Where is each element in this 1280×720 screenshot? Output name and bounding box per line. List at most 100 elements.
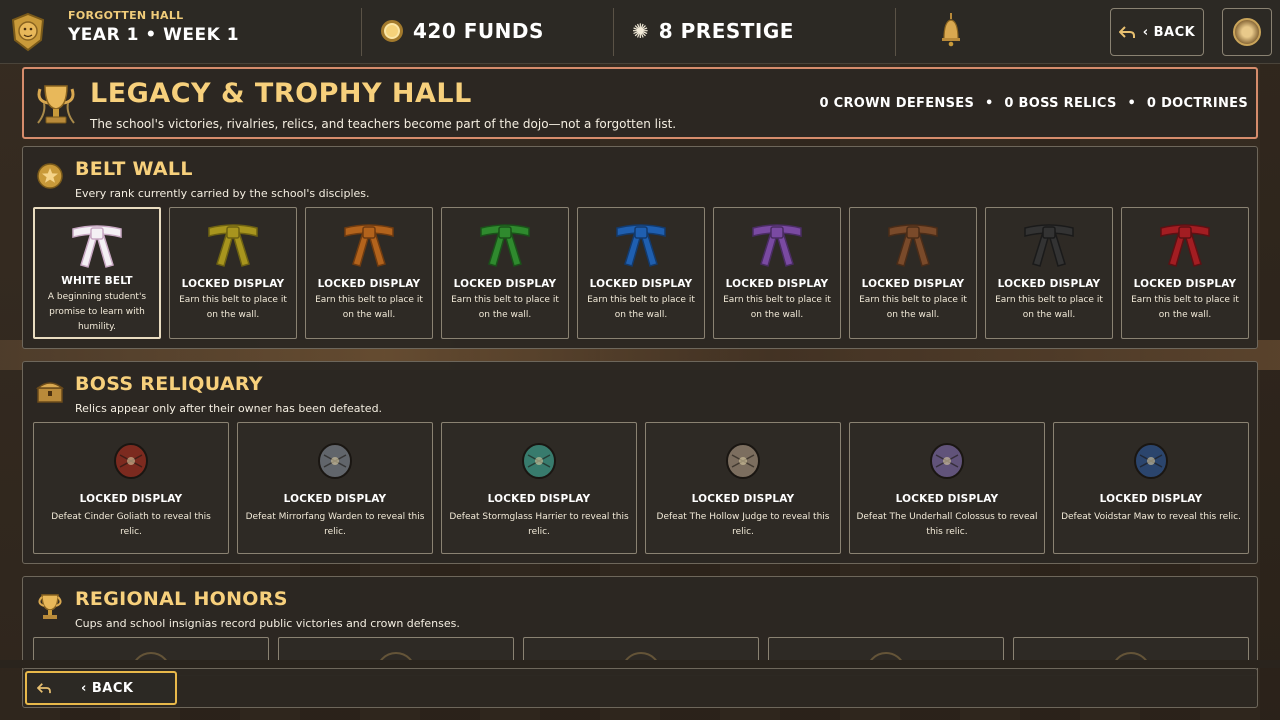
relic-card[interactable]: LOCKED DISPLAY Defeat The Underhall Colos… bbox=[849, 422, 1045, 554]
belt-card[interactable]: LOCKED DISPLAY Earn this belt to place it… bbox=[441, 207, 569, 339]
relic-title: LOCKED DISPLAY bbox=[487, 493, 591, 505]
relic-art bbox=[442, 437, 636, 483]
belt-wall-section: BELT WALL Every rank currently carried b… bbox=[22, 146, 1258, 349]
belt-description: Earn this belt to place it on the wall. bbox=[451, 295, 559, 320]
belt-card[interactable]: LOCKED DISPLAY Earn this belt to place it… bbox=[577, 207, 705, 339]
back-button-label: ‹ BACK bbox=[1142, 24, 1196, 40]
belt-art bbox=[850, 220, 976, 270]
profile-button[interactable] bbox=[1222, 8, 1272, 56]
relic-title: LOCKED DISPLAY bbox=[691, 493, 795, 505]
belt-description: Earn this belt to place it on the wall. bbox=[723, 295, 831, 320]
back-arrow-icon bbox=[1118, 26, 1135, 38]
boss-reliquary-section: BOSS RELIQUARY Relics appear only after … bbox=[22, 361, 1258, 564]
relic-title: LOCKED DISPLAY bbox=[79, 493, 183, 505]
funds-stat: 420 FUNDS bbox=[381, 19, 544, 43]
medal-icon bbox=[37, 163, 63, 189]
separator: • bbox=[1127, 96, 1137, 111]
belt-title: LOCKED DISPLAY bbox=[181, 278, 285, 290]
page-subtitle: The school's victories, rivalries, relic… bbox=[90, 117, 677, 131]
belt-card[interactable]: LOCKED DISPLAY Earn this belt to place it… bbox=[169, 207, 297, 339]
funds-value: 420 FUNDS bbox=[413, 19, 544, 43]
divider bbox=[361, 8, 362, 56]
judge-mask-icon bbox=[726, 443, 760, 479]
mirror-mask-icon bbox=[318, 443, 352, 479]
belt-art bbox=[1122, 220, 1248, 270]
belt-card[interactable]: LOCKED DISPLAY Earn this belt to place it… bbox=[1121, 207, 1249, 339]
burst-icon: ✺ bbox=[632, 19, 649, 43]
belt-title: LOCKED DISPLAY bbox=[1133, 278, 1237, 290]
storm-boots-icon bbox=[522, 443, 556, 479]
belt-art bbox=[986, 220, 1112, 270]
hall-stats: 0 CROWN DEFENSES • 0 BOSS RELICS • 0 DOC… bbox=[819, 96, 1248, 111]
belt-card[interactable]: WHITE BELT A beginning student's promise … bbox=[33, 207, 161, 339]
belt-art bbox=[578, 220, 704, 270]
reliquary-chest-icon bbox=[35, 382, 65, 403]
belt-title: LOCKED DISPLAY bbox=[997, 278, 1101, 290]
belt-art bbox=[170, 220, 296, 270]
belt-icon bbox=[1024, 224, 1074, 267]
relic-title: LOCKED DISPLAY bbox=[1099, 493, 1203, 505]
belt-card[interactable]: LOCKED DISPLAY Earn this belt to place it… bbox=[713, 207, 841, 339]
avatar-icon bbox=[1233, 18, 1261, 46]
relic-art bbox=[646, 437, 840, 483]
belt-description: Earn this belt to place it on the wall. bbox=[859, 295, 967, 320]
belt-description: Earn this belt to place it on the wall. bbox=[179, 295, 287, 320]
belt-description: Earn this belt to place it on the wall. bbox=[587, 295, 695, 320]
relic-description: Defeat Stormglass Harrier to reveal this… bbox=[449, 512, 629, 537]
belt-card[interactable]: LOCKED DISPLAY Earn this belt to place it… bbox=[985, 207, 1113, 339]
belt-title: LOCKED DISPLAY bbox=[861, 278, 965, 290]
relic-card[interactable]: LOCKED DISPLAY Defeat Cinder Goliath to r… bbox=[33, 422, 229, 554]
section-title: REGIONAL HONORS bbox=[75, 588, 288, 610]
relic-art bbox=[238, 437, 432, 483]
prestige-value: 8 PRESTIGE bbox=[658, 19, 794, 43]
page-title: LEGACY & TROPHY HALL bbox=[90, 78, 472, 109]
hall-header-panel: LEGACY & TROPHY HALL The school's victor… bbox=[22, 67, 1258, 139]
relic-description: Defeat The Underhall Colossus to reveal … bbox=[856, 512, 1038, 537]
void-gauntlets-icon bbox=[1134, 443, 1168, 479]
footer-back-button[interactable]: ‹ BACK bbox=[25, 671, 177, 705]
footer-back-label: ‹ BACK bbox=[81, 680, 134, 696]
relic-card[interactable]: LOCKED DISPLAY Defeat Voidstar Maw to rev… bbox=[1053, 422, 1249, 554]
belt-icon bbox=[480, 224, 530, 267]
divider bbox=[895, 8, 896, 56]
belt-icon bbox=[72, 225, 122, 268]
belt-description: A beginning student's promise to learn w… bbox=[47, 292, 147, 332]
separator: • bbox=[984, 96, 994, 111]
relic-title: LOCKED DISPLAY bbox=[895, 493, 999, 505]
belt-title: LOCKED DISPLAY bbox=[453, 278, 557, 290]
belt-icon bbox=[888, 224, 938, 267]
back-arrow-icon bbox=[37, 683, 51, 694]
top-bar: FORGOTTEN HALL YEAR 1 • WEEK 1 420 FUNDS… bbox=[0, 0, 1280, 64]
relic-title: LOCKED DISPLAY bbox=[283, 493, 387, 505]
section-subtitle: Cups and school insignias record public … bbox=[75, 617, 460, 630]
lion-crest-icon bbox=[11, 12, 45, 52]
belt-icon bbox=[752, 224, 802, 267]
belt-title: LOCKED DISPLAY bbox=[589, 278, 693, 290]
belt-card[interactable]: LOCKED DISPLAY Earn this belt to place it… bbox=[305, 207, 433, 339]
belt-icon bbox=[208, 224, 258, 267]
belt-icon bbox=[1160, 224, 1210, 267]
trophy-icon bbox=[37, 85, 75, 124]
coin-icon bbox=[381, 20, 403, 42]
relic-card[interactable]: LOCKED DISPLAY Defeat The Hollow Judge to… bbox=[645, 422, 841, 554]
divider bbox=[613, 8, 614, 56]
relic-art bbox=[850, 437, 1044, 483]
relic-card[interactable]: LOCKED DISPLAY Defeat Mirrorfang Warden t… bbox=[237, 422, 433, 554]
relic-card[interactable]: LOCKED DISPLAY Defeat Stormglass Harrier … bbox=[441, 422, 637, 554]
belt-card[interactable]: LOCKED DISPLAY Earn this belt to place it… bbox=[849, 207, 977, 339]
relic-art bbox=[34, 437, 228, 483]
belt-icon bbox=[344, 224, 394, 267]
date-label: YEAR 1 • WEEK 1 bbox=[68, 25, 240, 45]
section-title: BOSS RELIQUARY bbox=[75, 373, 263, 395]
crown-defenses-stat: 0 CROWN DEFENSES bbox=[819, 96, 975, 111]
section-subtitle: Every rank currently carried by the scho… bbox=[75, 187, 370, 200]
belt-description: Earn this belt to place it on the wall. bbox=[1131, 295, 1239, 320]
belt-art bbox=[714, 220, 840, 270]
school-info: FORGOTTEN HALL YEAR 1 • WEEK 1 bbox=[68, 9, 239, 45]
relic-description: Defeat The Hollow Judge to reveal this r… bbox=[656, 512, 830, 537]
bell-icon[interactable] bbox=[940, 13, 962, 47]
belt-title: LOCKED DISPLAY bbox=[725, 278, 829, 290]
doctrines-stat: 0 DOCTRINES bbox=[1146, 96, 1248, 111]
footer-bar: ‹ BACK bbox=[22, 668, 1258, 708]
back-button[interactable]: ‹ BACK bbox=[1110, 8, 1204, 56]
